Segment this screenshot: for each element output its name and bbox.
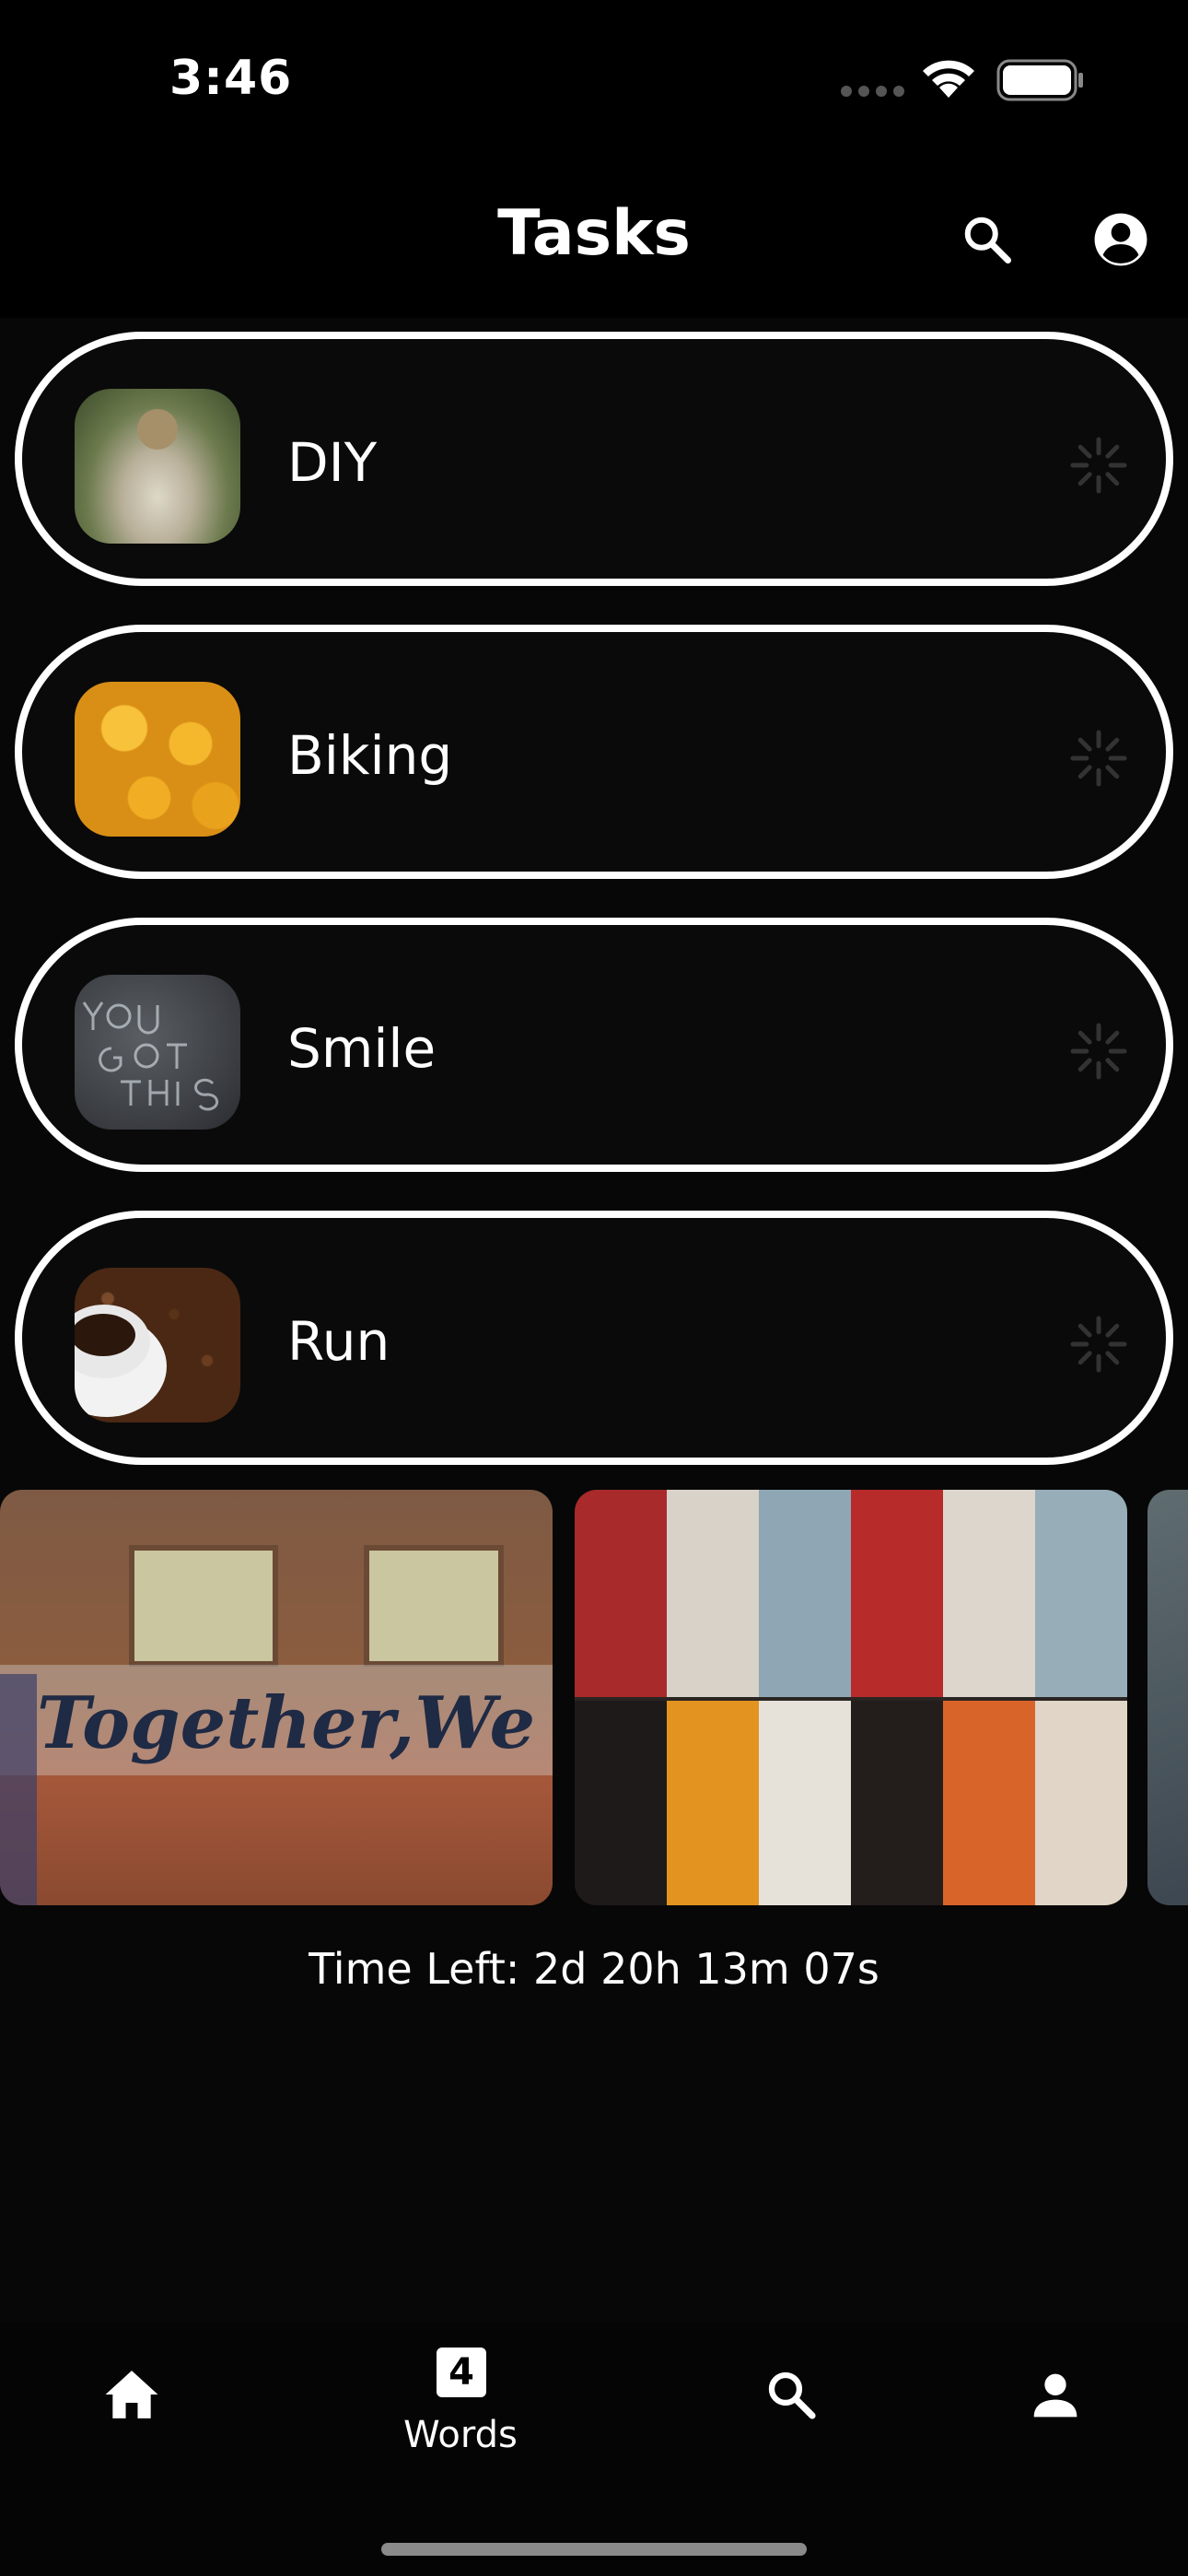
wifi-icon	[923, 60, 974, 98]
task-label: Biking	[287, 724, 453, 787]
home-icon[interactable]	[103, 2368, 160, 2421]
status-time: 3:46	[169, 51, 293, 106]
loading-spinner-icon	[1070, 1316, 1127, 1373]
signal-dots-icon	[841, 86, 904, 97]
pug-in-blanket-photo	[75, 389, 240, 544]
loading-spinner-icon	[1070, 730, 1127, 787]
chalk-you-got-this-photo	[75, 975, 240, 1130]
task-item-diy[interactable]: DIY	[15, 332, 1173, 586]
task-label: Smile	[287, 1017, 437, 1080]
coffee-cup-beans-photo	[75, 1268, 240, 1423]
colorful-lockers-photo[interactable]	[575, 1490, 1127, 1905]
task-label: Run	[287, 1310, 390, 1373]
search-icon[interactable]	[960, 212, 1015, 267]
account-circle-icon[interactable]	[1092, 211, 1149, 268]
bottom-navigation	[0, 2322, 1188, 2576]
task-item-biking[interactable]: Biking	[15, 625, 1173, 879]
task-label: DIY	[287, 431, 378, 494]
loading-spinner-icon	[1070, 437, 1127, 494]
task-item-run[interactable]: Run	[15, 1211, 1173, 1465]
nav-label-words: Words	[403, 2414, 518, 2456]
yellow-smiley-balls-photo	[75, 682, 240, 837]
person-icon[interactable]	[1030, 2370, 1081, 2421]
loading-spinner-icon	[1070, 1023, 1127, 1080]
battery-icon	[996, 59, 1083, 101]
search-icon[interactable]	[764, 2368, 818, 2421]
partial-photo-card[interactable]	[1147, 1490, 1188, 1905]
numbered-square-icon: 4	[437, 2348, 486, 2397]
task-item-smile[interactable]: Smile	[15, 918, 1173, 1172]
brick-wall-graffiti-photo[interactable]: Together,We Cre	[0, 1490, 553, 1905]
graffiti-text: Together,We Cre	[37, 1681, 553, 1765]
countdown-timer: Time Left: 2d 20h 13m 07s	[309, 1944, 879, 1994]
nav-item-words[interactable]: 4 Words	[403, 2348, 518, 2467]
home-indicator[interactable]	[381, 2543, 807, 2556]
